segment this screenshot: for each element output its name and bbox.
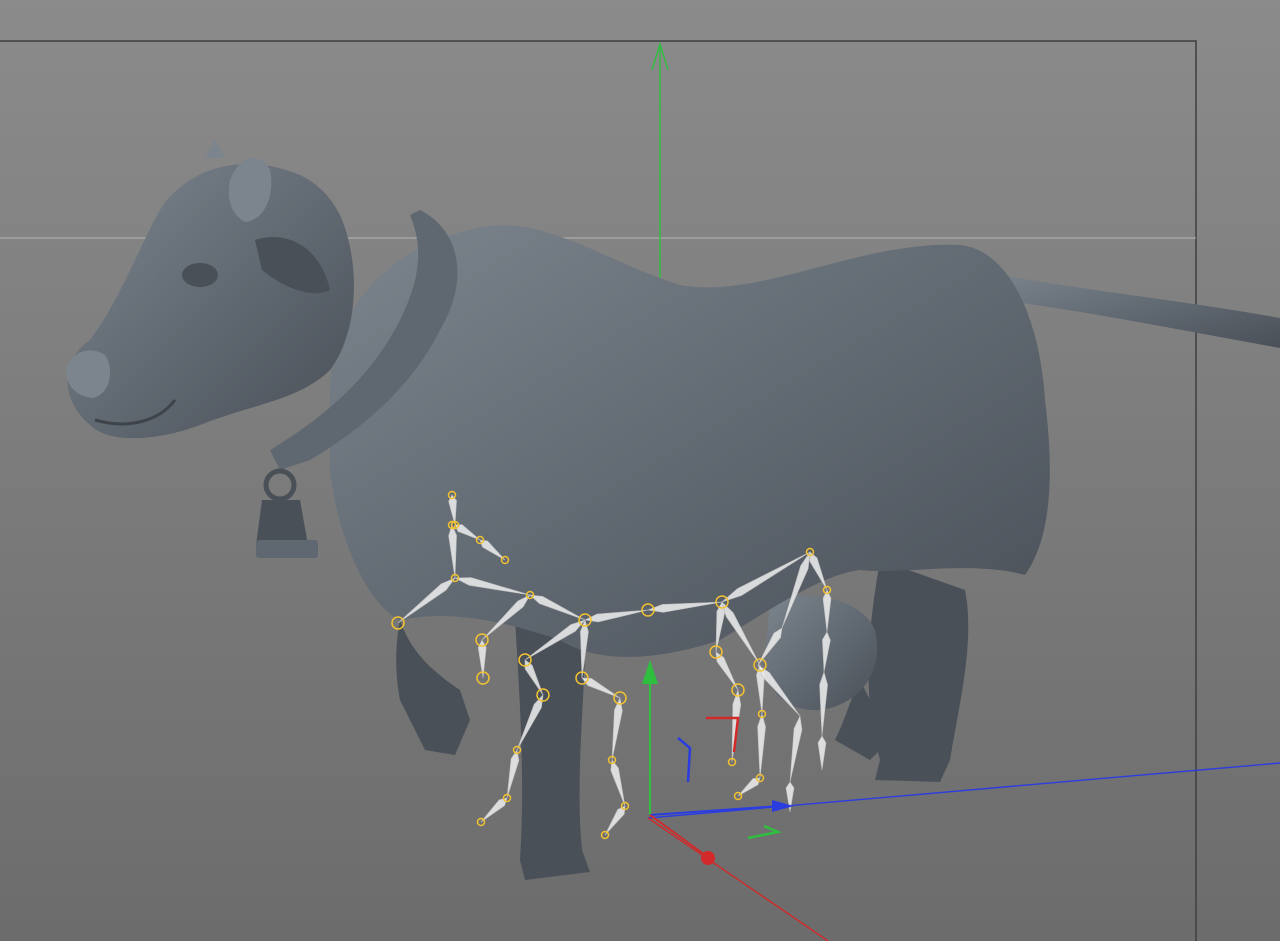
- cow-bell-rim: [256, 540, 318, 558]
- cow-bell-icon: [256, 500, 308, 545]
- cow-eye: [182, 263, 218, 287]
- 3d-viewport[interactable]: [0, 0, 1280, 941]
- gizmo-x-knob-icon[interactable]: [701, 851, 715, 865]
- viewport-canvas[interactable]: [0, 0, 1280, 941]
